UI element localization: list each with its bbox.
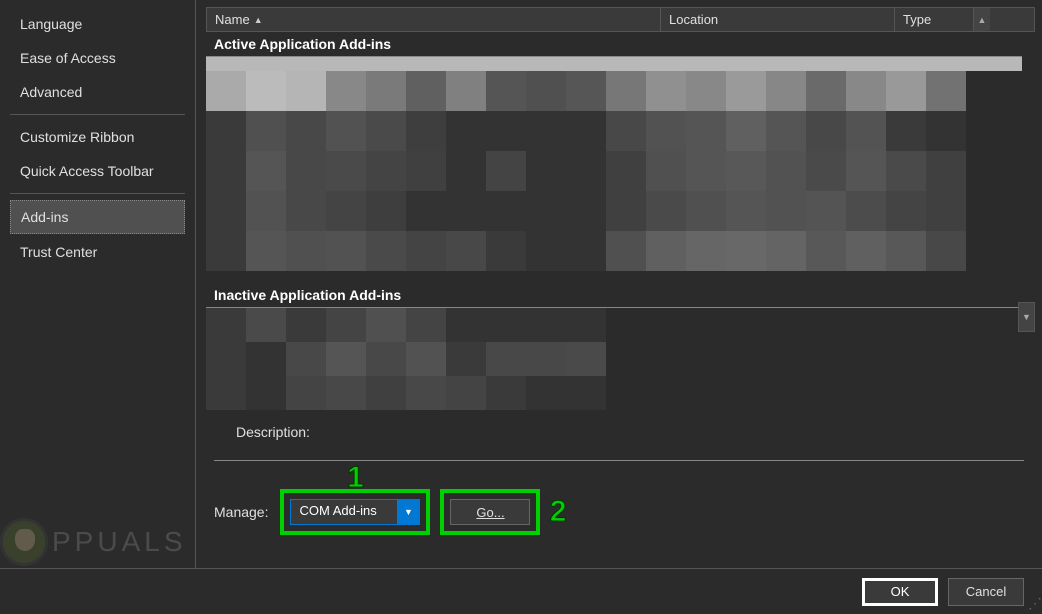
addins-table-header: Name ▲ Location Type ▲ <box>206 7 1035 32</box>
sidebar-item-advanced[interactable]: Advanced <box>10 76 185 108</box>
go-button[interactable]: Go... <box>450 499 530 525</box>
go-button-label: Go... <box>476 505 504 520</box>
cancel-button[interactable]: Cancel <box>948 578 1024 606</box>
annotation-number-2: 2 <box>550 495 567 529</box>
column-header-name[interactable]: Name ▲ <box>207 8 661 31</box>
scroll-down-button[interactable]: ▼ <box>1018 302 1035 332</box>
manage-dropdown-value: COM Add-ins <box>291 500 397 524</box>
chevron-down-icon: ▼ <box>397 500 419 524</box>
description-label: Description: <box>236 424 1042 440</box>
manage-label: Manage: <box>214 504 268 520</box>
inactive-addins-header: Inactive Application Add-ins <box>206 283 1022 308</box>
annotation-box-2: 2 Go... <box>440 489 540 535</box>
inactive-addins-list[interactable] <box>206 308 812 410</box>
column-name-label: Name <box>215 12 250 27</box>
annotation-box-1: 1 COM Add-ins ▼ <box>280 489 430 535</box>
scroll-up-button[interactable]: ▲ <box>973 8 990 31</box>
column-header-type[interactable]: Type <box>895 8 973 31</box>
sidebar-item-language[interactable]: Language <box>10 8 185 40</box>
annotation-number-1: 1 <box>347 461 364 495</box>
active-addins-list[interactable] <box>206 71 1022 271</box>
selected-addin-row[interactable] <box>206 57 1022 71</box>
panel-divider <box>214 460 1024 461</box>
manage-dropdown[interactable]: COM Add-ins ▼ <box>290 499 420 525</box>
resize-grip-icon[interactable]: ⋰ <box>1028 600 1040 612</box>
sidebar-item-trust-center[interactable]: Trust Center <box>10 236 185 268</box>
sort-ascending-icon: ▲ <box>254 15 263 25</box>
sidebar-item-ease-of-access[interactable]: Ease of Access <box>10 42 185 74</box>
addins-panel: Name ▲ Location Type ▲ Active Applicatio… <box>195 0 1042 568</box>
sidebar-item-add-ins[interactable]: Add-ins <box>10 200 185 234</box>
ok-button[interactable]: OK <box>862 578 938 606</box>
sidebar-item-customize-ribbon[interactable]: Customize Ribbon <box>10 121 185 153</box>
sidebar-item-quick-access-toolbar[interactable]: Quick Access Toolbar <box>10 155 185 187</box>
sidebar-divider <box>10 114 185 115</box>
sidebar-divider <box>10 193 185 194</box>
active-addins-header: Active Application Add-ins <box>206 32 1022 57</box>
options-sidebar: Language Ease of Access Advanced Customi… <box>0 0 195 568</box>
column-header-location[interactable]: Location <box>661 8 895 31</box>
dialog-footer: OK Cancel ⋰ <box>0 568 1042 614</box>
